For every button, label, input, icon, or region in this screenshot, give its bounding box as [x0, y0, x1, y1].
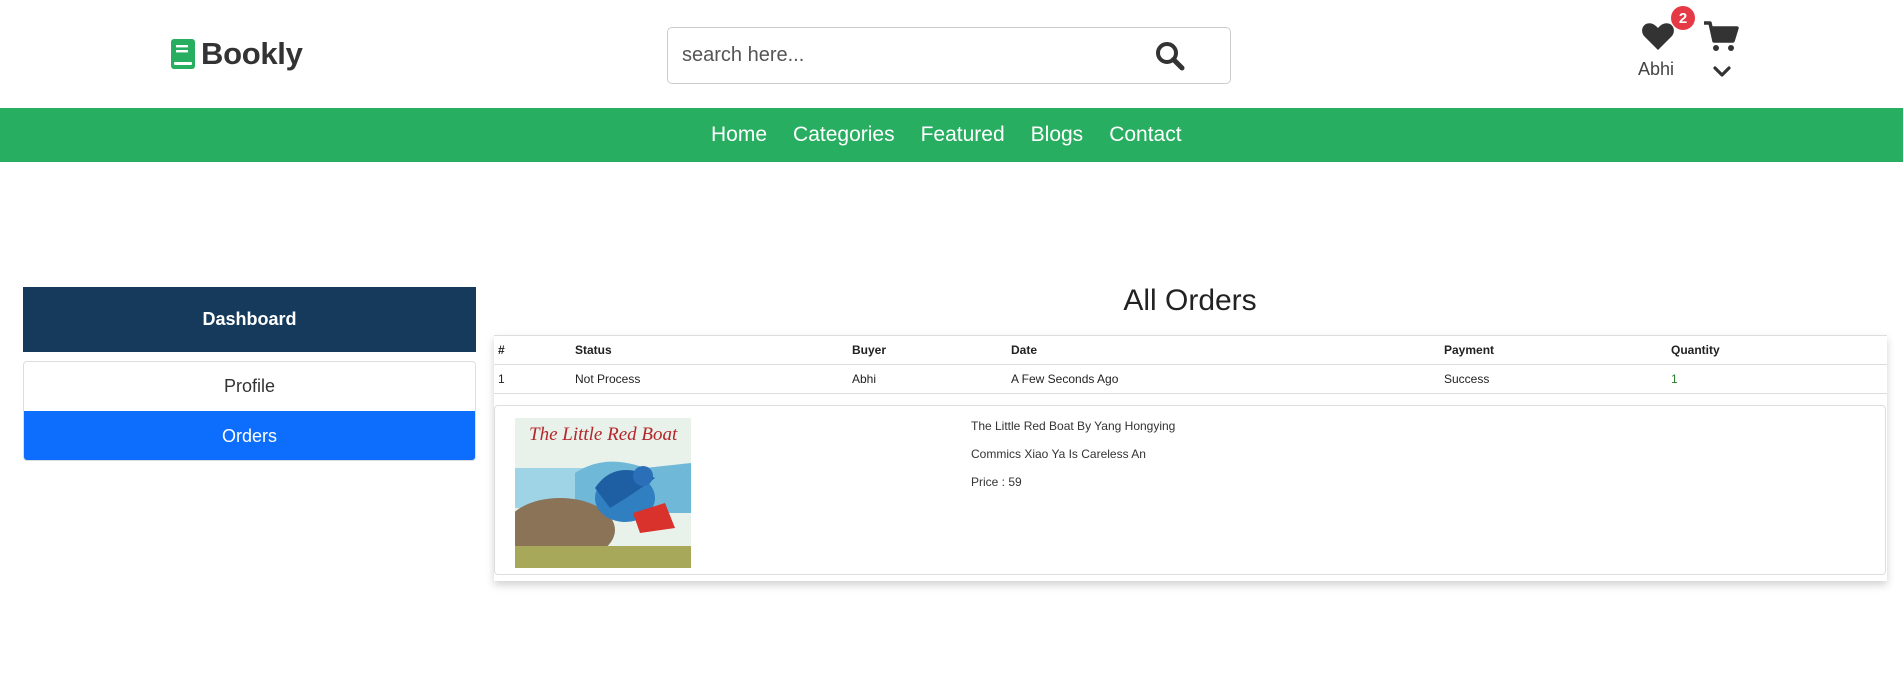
- order-number: 1: [494, 364, 571, 394]
- order-date: A Few Seconds Ago: [1007, 364, 1440, 394]
- col-header-number: #: [494, 335, 571, 365]
- col-header-quantity: Quantity: [1667, 335, 1887, 365]
- site-header: Bookly 2 Abhi: [0, 0, 1903, 108]
- order-quantity: 1: [1667, 364, 1887, 394]
- wishlist-count-badge: 2: [1671, 6, 1695, 30]
- nav-home[interactable]: Home: [698, 108, 780, 162]
- product-description: Commics Xiao Ya Is Careless An: [971, 447, 1146, 461]
- sidebar-item-orders[interactable]: Orders: [24, 411, 475, 460]
- nav-featured[interactable]: Featured: [908, 108, 1018, 162]
- table-row: 1 Not Process Abhi A Few Seconds Ago Suc…: [494, 364, 1887, 394]
- order-product-item: The Little Red Boat The Little Red Boat …: [494, 405, 1886, 575]
- orders-table: # Status Buyer Date Payment Quantity 1 N…: [494, 335, 1887, 394]
- nav-contact[interactable]: Contact: [1096, 108, 1194, 162]
- cart-icon[interactable]: [1703, 20, 1739, 52]
- col-header-buyer: Buyer: [848, 335, 1007, 365]
- order-payment: Success: [1440, 364, 1667, 394]
- search-button[interactable]: [1146, 38, 1194, 74]
- sidebar-item-profile[interactable]: Profile: [24, 362, 475, 411]
- book-icon: [171, 39, 195, 69]
- search-icon: [1156, 42, 1185, 71]
- sidebar-title: Dashboard: [23, 287, 476, 352]
- sidebar-menu: Profile Orders: [23, 361, 476, 461]
- page-title: All Orders: [1123, 284, 1257, 317]
- user-name[interactable]: Abhi: [1626, 59, 1686, 80]
- heart-icon[interactable]: [1640, 18, 1676, 54]
- col-header-status: Status: [571, 335, 848, 365]
- search-bar: [667, 27, 1231, 84]
- col-header-payment: Payment: [1440, 335, 1667, 365]
- main-navbar: Home Categories Featured Blogs Contact: [0, 108, 1903, 162]
- brand-logo[interactable]: Bookly: [171, 36, 303, 72]
- product-price: Price : 59: [971, 475, 1022, 489]
- chevron-down-icon[interactable]: [1713, 65, 1731, 79]
- table-header-row: # Status Buyer Date Payment Quantity: [494, 335, 1887, 365]
- order-buyer: Abhi: [848, 364, 1007, 394]
- order-status: Not Process: [571, 364, 848, 394]
- nav-blogs[interactable]: Blogs: [1018, 108, 1097, 162]
- order-card: # Status Buyer Date Payment Quantity 1 N…: [494, 335, 1887, 581]
- brand-name: Bookly: [201, 36, 303, 71]
- product-cover-title: The Little Red Boat: [529, 424, 678, 445]
- search-input[interactable]: [682, 28, 1142, 83]
- product-name: The Little Red Boat By Yang Hongying: [971, 419, 1176, 433]
- col-header-date: Date: [1007, 335, 1440, 365]
- product-cover-image: The Little Red Boat: [515, 418, 691, 568]
- product-details: The Little Red Boat By Yang Hongying Com…: [971, 418, 1175, 502]
- nav-categories[interactable]: Categories: [780, 108, 908, 162]
